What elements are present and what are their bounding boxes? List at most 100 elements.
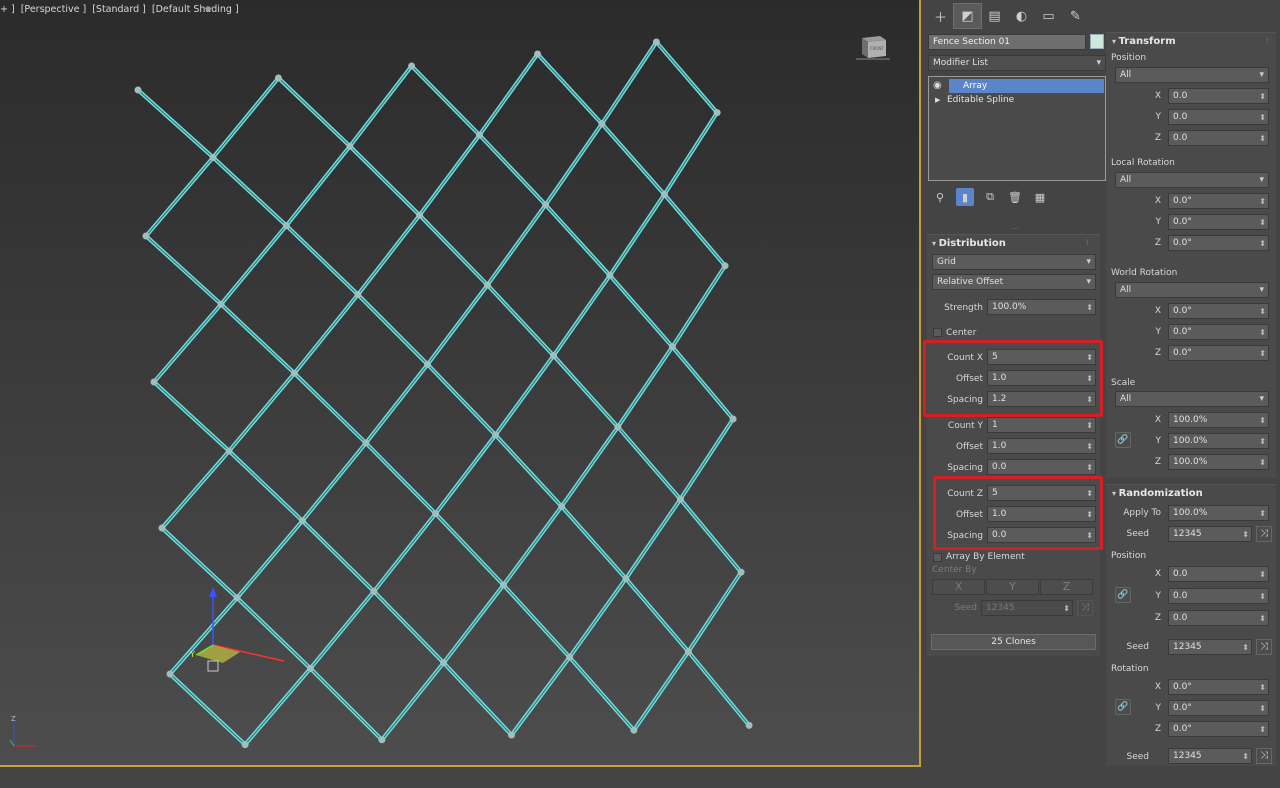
fence-wire-outline	[349, 145, 421, 216]
position-y-spinner[interactable]: 0.0	[1168, 109, 1269, 125]
stack-item-array[interactable]: ◉ Array	[933, 79, 1104, 93]
motion-tab-icon[interactable]: ◐	[1008, 4, 1035, 28]
object-color-swatch[interactable]	[1090, 34, 1104, 49]
hierarchy-tab-icon[interactable]: ▤	[981, 4, 1008, 28]
distribution-header[interactable]: Distribution	[932, 238, 1006, 249]
fence-knot	[737, 568, 745, 576]
transform-gizmo-icon[interactable]: Y	[186, 575, 296, 675]
modifier-list-dropdown[interactable]: Modifier List	[928, 55, 1106, 71]
local-rotation-y-spinner[interactable]: 0.0°	[1168, 214, 1269, 230]
offset-y-spinner[interactable]: 1.0	[987, 438, 1096, 454]
fence-wire-outline	[569, 656, 635, 731]
rollout-grip-icon[interactable]: ⁞	[1086, 238, 1089, 247]
scale-x-spinner[interactable]: 100.0%	[1168, 412, 1269, 428]
randomize-position-seed-icon[interactable]: ⤨	[1256, 639, 1272, 655]
fence-wire-outline	[212, 77, 279, 158]
panel-divider-grip-icon[interactable]: ⋯	[1011, 224, 1019, 233]
array-by-element-checkbox[interactable]	[933, 553, 942, 562]
fence-knot	[346, 142, 354, 150]
display-tab-icon[interactable]: ▭	[1035, 4, 1062, 28]
viewcube-icon[interactable]: FRONT	[856, 32, 890, 60]
remove-modifier-icon[interactable]: 🗑	[1006, 188, 1024, 206]
fence-knot	[354, 291, 362, 299]
distribution-seed-spinner[interactable]: 12345	[981, 600, 1073, 616]
create-tab-icon[interactable]: ＋	[927, 4, 954, 28]
viewport-standard-menu[interactable]: [Standard ]	[92, 4, 146, 15]
apply-to-spinner[interactable]: 100.0%	[1168, 505, 1269, 521]
world-rotation-mode-dropdown[interactable]: All	[1115, 282, 1269, 298]
randomize-rotation-seed-icon[interactable]: ⤨	[1256, 748, 1272, 764]
fence-wire-outline	[365, 442, 437, 515]
rand-rotation-label: Rotation	[1111, 664, 1149, 674]
modify-tab-icon[interactable]: ◩	[953, 3, 982, 29]
pin-stack-icon[interactable]: ⚲	[931, 188, 949, 206]
rollout-grip-icon[interactable]: ⁞	[1266, 36, 1269, 45]
rand-rotation-seed-spinner[interactable]: 12345	[1168, 748, 1252, 764]
rand-rotation-z-spinner[interactable]: 0.0°	[1168, 721, 1269, 737]
rpos-y-label: Y	[1155, 591, 1162, 601]
offset-mode-dropdown[interactable]: Relative Offset	[932, 274, 1096, 290]
viewport-pov-menu[interactable]: [Perspective ]	[21, 4, 86, 15]
world-rotation-x-spinner[interactable]: 0.0°	[1168, 303, 1269, 319]
distribution-type-dropdown[interactable]: Grid	[932, 254, 1096, 270]
center-by-x-button[interactable]: X	[932, 579, 985, 595]
rand-position-seed-spinner[interactable]: 12345	[1168, 639, 1252, 655]
rand-position-x-spinner[interactable]: 0.0	[1168, 566, 1269, 582]
rand-rotation-y-spinner[interactable]: 0.0°	[1168, 700, 1269, 716]
expand-triangle-icon[interactable]: ▶	[935, 93, 940, 107]
fence-knot	[424, 360, 432, 368]
modifier-stack[interactable]: ◉ Array ▶ Editable Spline	[928, 76, 1106, 181]
viewport-plus-menu[interactable]: + ]	[0, 4, 15, 15]
randomization-header[interactable]: Randomization	[1112, 488, 1203, 499]
scale-y-spinner[interactable]: 100.0%	[1168, 433, 1269, 449]
count-y-spinner[interactable]: 1	[987, 417, 1096, 433]
strength-spinner[interactable]: 100.0%	[987, 299, 1096, 315]
fence-wire-outline	[244, 667, 311, 746]
local-rotation-x-spinner[interactable]: 0.0°	[1168, 193, 1269, 209]
configure-sets-icon[interactable]: ▦	[1031, 188, 1049, 206]
randomize-seed-icon[interactable]: ⤨	[1256, 526, 1272, 542]
perspective-viewport[interactable]: + ] [Perspective ] [Standard ] [Default …	[0, 0, 921, 767]
position-mode-dropdown[interactable]: All	[1115, 67, 1269, 83]
spacing-y-spinner[interactable]: 0.0	[987, 459, 1096, 475]
fence-wire-outline	[228, 372, 295, 452]
position-x-spinner[interactable]: 0.0	[1168, 88, 1269, 104]
scale-z-spinner[interactable]: 100.0%	[1168, 454, 1269, 470]
status-bar	[0, 769, 1280, 788]
rand-rotation-link-icon[interactable]: 🔗	[1115, 699, 1131, 715]
transform-header[interactable]: Transform	[1112, 36, 1176, 47]
local-rotation-mode-dropdown[interactable]: All	[1115, 172, 1269, 188]
center-by-y-button[interactable]: Y	[986, 579, 1039, 595]
fence-knot	[566, 653, 574, 661]
center-by-z-button[interactable]: Z	[1040, 579, 1093, 595]
fence-wire-outline	[228, 450, 303, 522]
viewport-shading-menu[interactable]: [Default Shading ]	[152, 4, 239, 15]
rand-position-y-spinner[interactable]: 0.0	[1168, 588, 1269, 604]
rand-rotation-x-spinner[interactable]: 0.0°	[1168, 679, 1269, 695]
fence-wire-outline	[601, 41, 657, 125]
world-rotation-y-spinner[interactable]: 0.0°	[1168, 324, 1269, 340]
scale-link-icon[interactable]: 🔗	[1115, 432, 1131, 448]
distribution-randomize-icon[interactable]: ⤨	[1077, 600, 1093, 616]
fence-knot	[508, 731, 515, 739]
local-rotation-z-spinner[interactable]: 0.0°	[1168, 235, 1269, 251]
object-name-input[interactable]: Fence Section 01	[928, 34, 1086, 50]
pos-z-label: Z	[1154, 133, 1161, 143]
stack-item-editable-spline[interactable]: ▶ Editable Spline	[929, 93, 1105, 107]
randomization-seed-spinner[interactable]: 12345	[1168, 526, 1252, 542]
position-z-spinner[interactable]: 0.0	[1168, 130, 1269, 146]
rand-position-link-icon[interactable]: 🔗	[1115, 587, 1131, 603]
world-rotation-z-spinner[interactable]: 0.0°	[1168, 345, 1269, 361]
fence-wire-outline	[561, 505, 627, 580]
center-checkbox[interactable]	[933, 328, 942, 337]
show-end-result-icon[interactable]: ▮	[956, 188, 974, 206]
fence-wire-outline	[435, 513, 504, 586]
scale-mode-dropdown[interactable]: All	[1115, 391, 1269, 407]
rand-position-z-spinner[interactable]: 0.0	[1168, 610, 1269, 626]
filter-icon[interactable]: ⏷	[204, 3, 213, 17]
chain-link-fence-mesh[interactable]	[0, 0, 921, 767]
eye-icon[interactable]: ◉	[933, 79, 942, 93]
fence-knot	[500, 581, 507, 589]
make-unique-icon[interactable]: ⧉	[981, 188, 999, 206]
utilities-tab-icon[interactable]: ✎	[1062, 4, 1089, 28]
